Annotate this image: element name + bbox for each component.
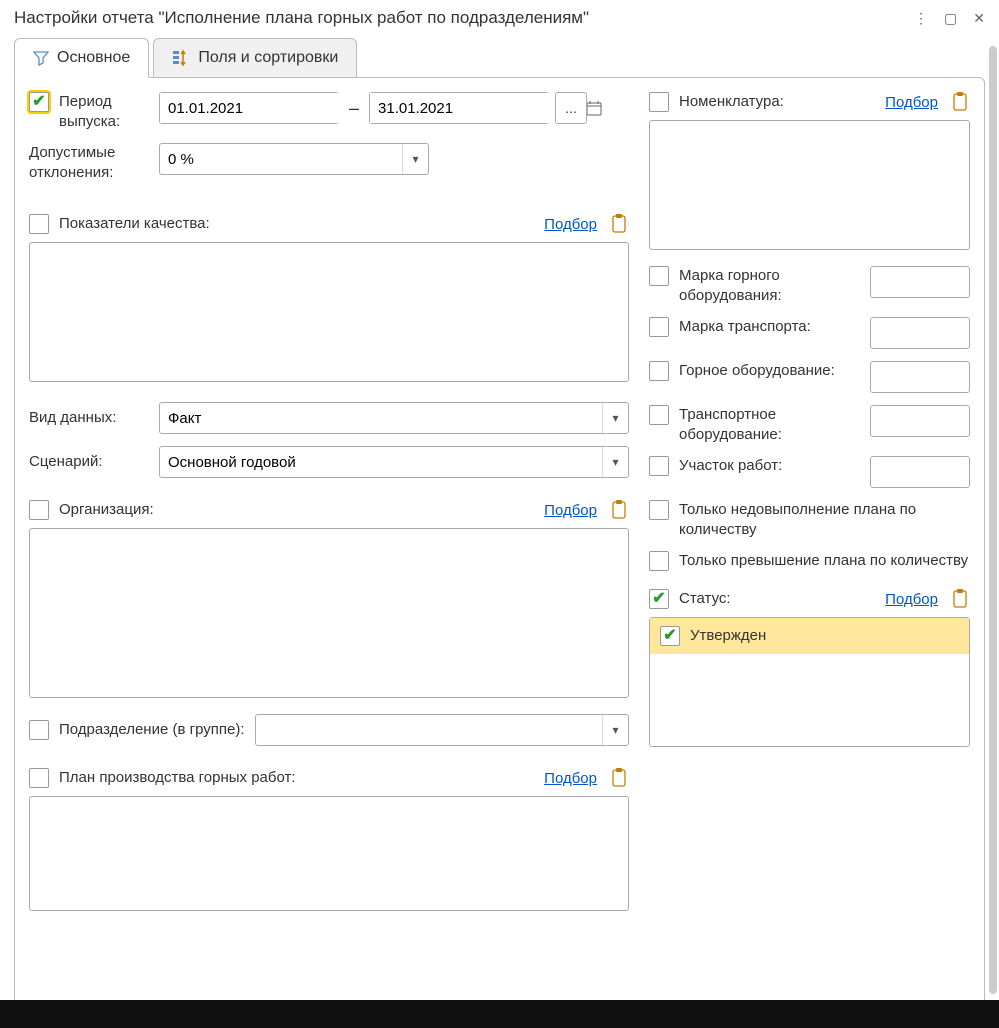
plan-label: План производства горных работ: [59, 768, 296, 788]
transport-equip-checkbox[interactable] [649, 405, 669, 425]
nomenclature-checkbox[interactable] [649, 92, 669, 112]
period-to-input[interactable] [370, 93, 585, 123]
organization-select-link[interactable]: Подбор [544, 502, 597, 519]
period-from-input[interactable] [160, 93, 375, 123]
filter-icon [33, 50, 49, 66]
period-more-button[interactable]: ... [555, 92, 587, 124]
datatype-combo[interactable] [159, 402, 629, 434]
chevron-down-icon[interactable] [402, 144, 428, 174]
deviation-label: Допустимые отклонения: [29, 144, 115, 181]
more-icon[interactable]: ⋮ [914, 10, 928, 27]
status-checkbox[interactable] [649, 589, 669, 609]
mining-equip-input[interactable] [871, 362, 985, 392]
mining-equip-combo[interactable] [870, 361, 970, 393]
status-label: Статус: [679, 589, 731, 609]
organization-checkbox[interactable] [29, 500, 49, 520]
paste-icon[interactable] [609, 500, 629, 520]
plan-select-link[interactable]: Подбор [544, 770, 597, 787]
scenario-combo[interactable] [159, 446, 629, 478]
quality-label: Показатели качества: [59, 214, 210, 234]
period-checkbox[interactable] [29, 92, 49, 112]
paste-icon[interactable] [609, 214, 629, 234]
quality-select-link[interactable]: Подбор [544, 216, 597, 233]
quality-checkbox[interactable] [29, 214, 49, 234]
maximize-icon[interactable]: ▢ [944, 10, 957, 27]
chevron-down-icon[interactable] [602, 447, 628, 477]
transport-equip-combo[interactable] [870, 405, 970, 437]
transport-brand-checkbox[interactable] [649, 317, 669, 337]
tab-fields[interactable]: Поля и сортировки [153, 38, 357, 78]
only-over-checkbox[interactable] [649, 551, 669, 571]
mining-equip-checkbox[interactable] [649, 361, 669, 381]
only-over-label: Только превышение плана по количеству [679, 551, 968, 571]
organization-list[interactable] [29, 528, 629, 698]
deviation-combo[interactable] [159, 143, 429, 175]
workarea-combo[interactable] [870, 456, 970, 488]
datatype-label: Вид данных: [29, 409, 116, 426]
mining-brand-input[interactable] [871, 267, 985, 297]
tabs: Основное Поля и сортировки [14, 38, 985, 78]
paste-icon[interactable] [950, 92, 970, 112]
period-to[interactable] [369, 92, 549, 124]
scrollbar[interactable] [989, 46, 997, 994]
division-combo[interactable] [255, 714, 629, 746]
mining-brand-label: Марка горного оборудования: [679, 266, 860, 305]
nomenclature-list[interactable] [649, 120, 970, 250]
organization-label: Организация: [59, 500, 154, 520]
taskbar [0, 1000, 999, 1028]
mining-equip-label: Горное оборудование: [679, 361, 860, 381]
titlebar: Настройки отчета "Исполнение плана горны… [0, 0, 999, 38]
close-icon[interactable]: ✕ [973, 10, 985, 27]
tab-fields-label: Поля и сортировки [198, 49, 338, 67]
transport-brand-combo[interactable] [870, 317, 970, 349]
division-input[interactable] [256, 715, 602, 745]
transport-brand-input[interactable] [871, 318, 985, 348]
paste-icon[interactable] [609, 768, 629, 788]
status-select-link[interactable]: Подбор [885, 591, 938, 608]
workarea-checkbox[interactable] [649, 456, 669, 476]
scenario-input[interactable] [160, 447, 602, 477]
mining-brand-checkbox[interactable] [649, 266, 669, 286]
paste-icon[interactable] [950, 589, 970, 609]
division-checkbox[interactable] [29, 720, 49, 740]
status-list[interactable]: Утвержден [649, 617, 970, 747]
only-under-label: Только недовыполнение плана по количеств… [679, 500, 970, 539]
deviation-input[interactable] [160, 144, 402, 174]
plan-list[interactable] [29, 796, 629, 911]
status-item[interactable]: Утвержден [650, 618, 969, 654]
tab-main[interactable]: Основное [14, 38, 149, 78]
mining-brand-combo[interactable] [870, 266, 970, 298]
nomenclature-label: Номенклатура: [679, 92, 784, 112]
window-title: Настройки отчета "Исполнение плана горны… [14, 8, 589, 28]
plan-checkbox[interactable] [29, 768, 49, 788]
status-item-checkbox[interactable] [660, 626, 680, 646]
sort-icon [172, 49, 190, 67]
chevron-down-icon[interactable] [602, 403, 628, 433]
scenario-label: Сценарий: [29, 453, 103, 470]
workarea-label: Участок работ: [679, 456, 860, 476]
transport-brand-label: Марка транспорта: [679, 317, 860, 337]
datatype-input[interactable] [160, 403, 602, 433]
nomenclature-select-link[interactable]: Подбор [885, 94, 938, 111]
workarea-input[interactable] [871, 457, 985, 487]
tab-main-label: Основное [57, 49, 130, 67]
period-label: Период выпуска: [59, 93, 120, 130]
transport-equip-input[interactable] [871, 406, 985, 436]
only-under-checkbox[interactable] [649, 500, 669, 520]
dash: – [345, 98, 363, 119]
status-item-label: Утвержден [690, 626, 766, 646]
period-from[interactable] [159, 92, 339, 124]
calendar-icon[interactable] [585, 93, 602, 123]
quality-list[interactable] [29, 242, 629, 382]
chevron-down-icon[interactable] [602, 715, 628, 745]
transport-equip-label: Транспортное оборудование: [679, 405, 860, 444]
division-label: Подразделение (в группе): [59, 720, 245, 740]
